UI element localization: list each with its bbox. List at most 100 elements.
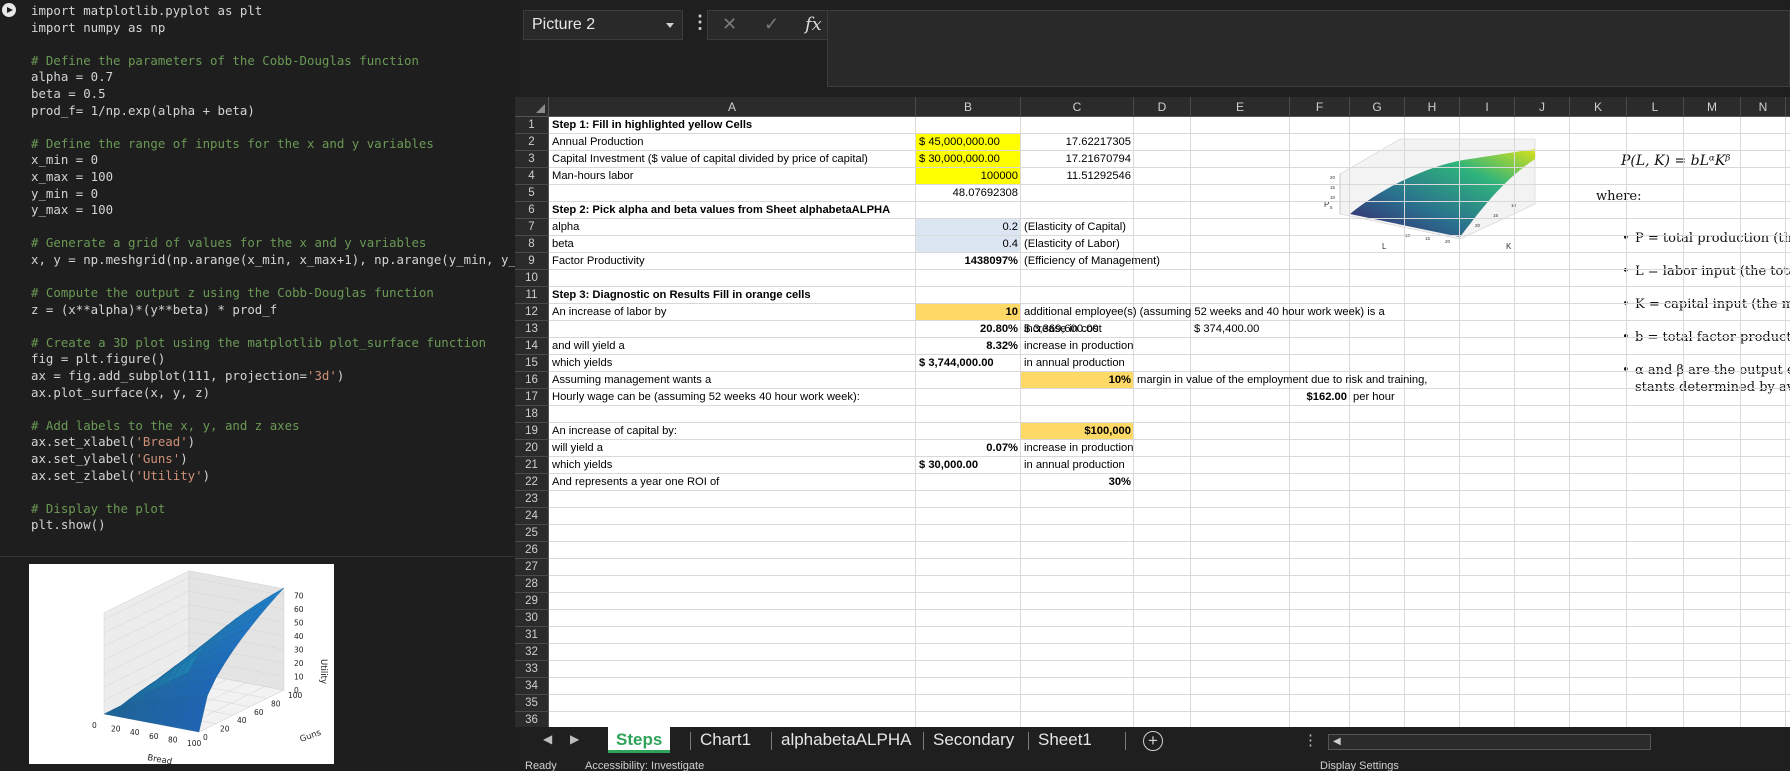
code-line[interactable]: z = (x**alpha)*(y**beta) * prod_f bbox=[31, 302, 515, 319]
code-line[interactable]: ax.set_ylabel('Guns') bbox=[31, 451, 515, 468]
column-header-e[interactable]: E bbox=[1191, 97, 1290, 117]
cell-c15[interactable]: in annual production bbox=[1021, 355, 1128, 372]
code-line[interactable]: fig = plt.figure() bbox=[31, 351, 515, 368]
column-header-b[interactable]: B bbox=[916, 97, 1021, 117]
column-header-l[interactable]: L bbox=[1627, 97, 1684, 117]
cell-c19[interactable]: $100,000 bbox=[1021, 423, 1134, 440]
cell-c3[interactable]: 17.21670794 bbox=[1021, 151, 1134, 168]
row-header-32[interactable]: 32 bbox=[515, 644, 548, 661]
cell-a19[interactable]: An increase of capital by: bbox=[549, 423, 680, 440]
code-line[interactable]: x_max = 100 bbox=[31, 169, 515, 186]
row-header-4[interactable]: 4 bbox=[515, 168, 548, 185]
cell-a7[interactable]: alpha bbox=[549, 219, 582, 236]
column-header-c[interactable]: C bbox=[1021, 97, 1134, 117]
cell-a12[interactable]: An increase of labor by bbox=[549, 304, 669, 321]
row-header-1[interactable]: 1 bbox=[515, 117, 548, 134]
row-header-21[interactable]: 21 bbox=[515, 457, 548, 474]
code-line[interactable] bbox=[31, 219, 515, 236]
add-sheet-icon[interactable]: + bbox=[1143, 731, 1163, 751]
cell-b2[interactable]: $ 45,000,000.00 bbox=[916, 134, 1003, 151]
cell-c22[interactable]: 30% bbox=[1021, 474, 1134, 491]
code-line[interactable] bbox=[31, 269, 515, 286]
formula-bar-input[interactable] bbox=[827, 10, 1790, 87]
code-line[interactable]: # Add labels to the x, y, and z axes bbox=[31, 418, 515, 435]
accessibility-status[interactable]: Accessibility: Investigate bbox=[585, 760, 704, 771]
column-header-k[interactable]: K bbox=[1570, 97, 1627, 117]
code-line[interactable]: # Define the parameters of the Cobb-Doug… bbox=[31, 53, 515, 70]
cell-b8[interactable]: 0.4 bbox=[916, 236, 1021, 253]
cell-c9[interactable]: (Efficiency of Management) bbox=[1021, 253, 1163, 270]
code-line[interactable]: plt.show() bbox=[31, 517, 515, 534]
row-header-30[interactable]: 30 bbox=[515, 610, 548, 627]
tab-sheet1[interactable]: Sheet1 bbox=[1038, 727, 1092, 753]
cell-b15[interactable]: $ 3,744,000.00 bbox=[916, 355, 997, 372]
row-header-34[interactable]: 34 bbox=[515, 678, 548, 695]
run-cell-icon[interactable] bbox=[2, 3, 16, 17]
row-header-5[interactable]: 5 bbox=[515, 185, 548, 202]
code-line[interactable]: prod_f= 1/np.exp(alpha + beta) bbox=[31, 103, 515, 120]
select-all-corner[interactable] bbox=[515, 97, 549, 117]
row-header-13[interactable]: 13 bbox=[515, 321, 548, 338]
cell-a11[interactable]: Step 3: Diagnostic on Results Fill in or… bbox=[549, 287, 814, 304]
code-line[interactable]: import numpy as np bbox=[31, 20, 515, 37]
code-line[interactable]: # Generate a grid of values for the x an… bbox=[31, 235, 515, 252]
row-header-10[interactable]: 10 bbox=[515, 270, 548, 287]
cell-b14[interactable]: 8.32% bbox=[916, 338, 1021, 355]
insert-function-icon[interactable]: fx bbox=[805, 14, 822, 35]
code-editor-pane[interactable]: import matplotlib.pyplot as plt import nu… bbox=[0, 0, 515, 556]
row-header-29[interactable]: 29 bbox=[515, 593, 548, 610]
row-header-2[interactable]: 2 bbox=[515, 134, 548, 151]
column-header-a[interactable]: A bbox=[549, 97, 916, 117]
cell-c14[interactable]: increase in production bbox=[1021, 338, 1136, 355]
cell-d16[interactable]: margin in value of the employment due to… bbox=[1134, 372, 1430, 389]
cell-c21[interactable]: in annual production bbox=[1021, 457, 1128, 474]
code-line[interactable] bbox=[31, 36, 515, 53]
cell-b4[interactable]: 100000 bbox=[916, 168, 1021, 185]
column-header-m[interactable]: M bbox=[1684, 97, 1741, 117]
display-settings-button[interactable]: Display Settings bbox=[1320, 760, 1399, 771]
tab-steps[interactable]: Steps bbox=[608, 727, 671, 753]
column-header-h[interactable]: H bbox=[1405, 97, 1460, 117]
cell-e13[interactable]: $ 374,400.00 bbox=[1191, 321, 1262, 338]
tab-scroll-right-icon[interactable]: ▶ bbox=[570, 732, 579, 746]
cell-b9[interactable]: 1438097% bbox=[916, 253, 1021, 270]
code-line[interactable]: ax.set_zlabel('Utility') bbox=[31, 468, 515, 485]
row-header-24[interactable]: 24 bbox=[515, 508, 548, 525]
cell-c4[interactable]: 11.51292546 bbox=[1021, 168, 1134, 185]
code-line[interactable]: x, y = np.meshgrid(np.arange(x_min, x_ma… bbox=[31, 252, 515, 269]
row-header-16[interactable]: 16 bbox=[515, 372, 548, 389]
row-header-28[interactable]: 28 bbox=[515, 576, 548, 593]
code-line[interactable]: beta = 0.5 bbox=[31, 86, 515, 103]
row-header-11[interactable]: 11 bbox=[515, 287, 548, 304]
embedded-3d-chart[interactable]: PLK2015105201510101520 bbox=[1310, 119, 1542, 261]
row-header-20[interactable]: 20 bbox=[515, 440, 548, 457]
row-header-23[interactable]: 23 bbox=[515, 491, 548, 508]
row-header-17[interactable]: 17 bbox=[515, 389, 548, 406]
code-block[interactable]: import matplotlib.pyplot as plt import nu… bbox=[31, 3, 515, 534]
row-header-14[interactable]: 14 bbox=[515, 338, 548, 355]
column-header-d[interactable]: D bbox=[1134, 97, 1191, 117]
cell-a6[interactable]: Step 2: Pick alpha and beta values from … bbox=[549, 202, 893, 219]
code-line[interactable]: y_min = 0 bbox=[31, 186, 515, 203]
cell-c13[interactable]: $ 3,369,600.00 bbox=[1021, 321, 1102, 338]
cell-b20[interactable]: 0.07% bbox=[916, 440, 1021, 457]
code-line[interactable] bbox=[31, 119, 515, 136]
code-line[interactable]: ax.set_xlabel('Bread') bbox=[31, 434, 515, 451]
scroll-left-icon[interactable]: ◀ bbox=[1333, 735, 1341, 749]
cell-a4[interactable]: Man-hours labor bbox=[549, 168, 636, 185]
code-line[interactable] bbox=[31, 318, 515, 335]
cancel-icon[interactable]: ✕ bbox=[722, 14, 737, 35]
cell-b21[interactable]: $ 30,000.00 bbox=[916, 457, 981, 474]
cell-b12[interactable]: 10 bbox=[916, 304, 1021, 321]
cell-a16[interactable]: Assuming management wants a bbox=[549, 372, 714, 389]
column-header-n[interactable]: N bbox=[1741, 97, 1786, 117]
cell-c8[interactable]: (Elasticity of Labor) bbox=[1021, 236, 1123, 253]
horizontal-scrollbar[interactable]: ◀ bbox=[1328, 734, 1651, 750]
cell-f17[interactable]: $162.00 bbox=[1290, 389, 1350, 406]
cell-c12[interactable]: additional employee(s) (assuming 52 week… bbox=[1021, 304, 1388, 321]
cell-a8[interactable]: beta bbox=[549, 236, 577, 253]
cell-c7[interactable]: (Elasticity of Capital) bbox=[1021, 219, 1129, 236]
cell-c2[interactable]: 17.62217305 bbox=[1021, 134, 1134, 151]
enter-icon[interactable]: ✓ bbox=[764, 14, 779, 35]
row-header-7[interactable]: 7 bbox=[515, 219, 548, 236]
